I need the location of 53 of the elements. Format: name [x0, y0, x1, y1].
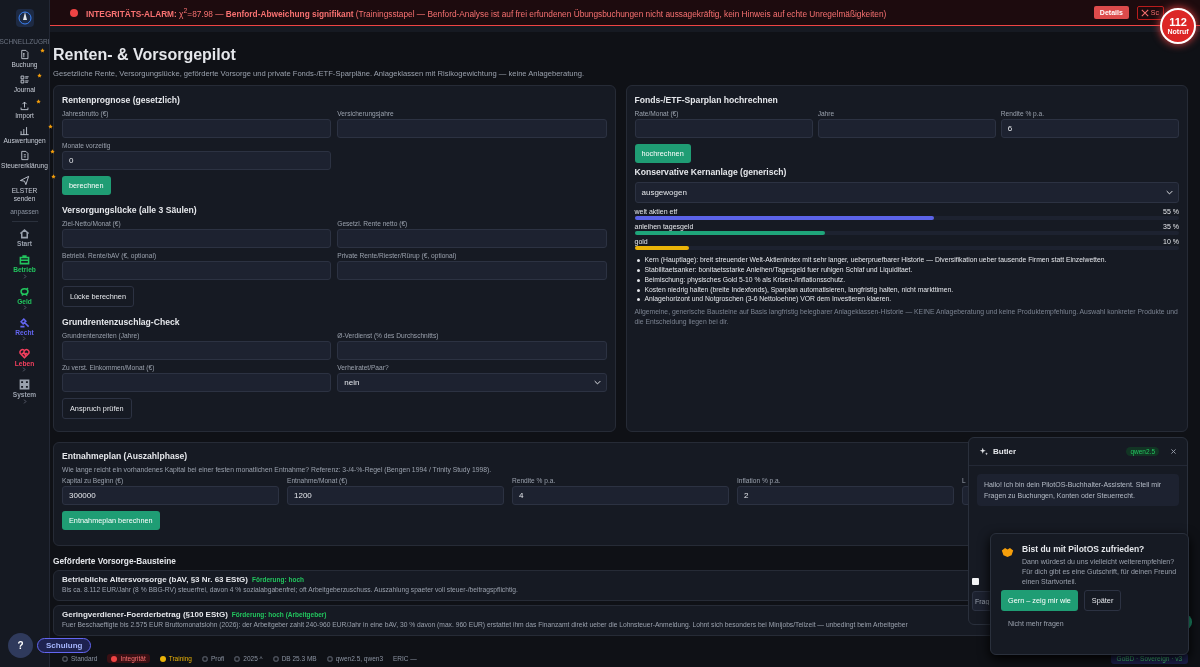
bullet-icon: [636, 259, 640, 262]
doc-icon: [19, 150, 30, 161]
compass-logo-icon[interactable]: [14, 8, 35, 28]
bullet-icon: [636, 268, 640, 272]
input-field[interactable]: [337, 261, 607, 280]
close-icon[interactable]: [1170, 448, 1177, 455]
caret-icon: [593, 380, 601, 385]
input-field[interactable]: [337, 119, 607, 138]
input-field[interactable]: 2: [737, 486, 954, 505]
bullet-icon: [636, 278, 640, 282]
page-title: Renten- & Vorsorgepilot: [53, 46, 237, 64]
item-title: Betriebliche Altersvorsorge (bAV, §3 Nr. 63 EStG): [62, 575, 248, 584]
input-field[interactable]: [62, 119, 332, 138]
select-field[interactable]: nein: [337, 373, 607, 392]
input-field[interactable]: 4: [512, 486, 729, 505]
section-heading: Konservative Kernanlage (generisch): [634, 167, 787, 177]
section-heading: Entnahmeplan (Auszahlphase): [62, 451, 188, 461]
bullet-icon: [636, 288, 640, 292]
section-heading: Fonds-/ETF-Sparplan hochrechnen: [634, 95, 778, 105]
item-title: Geringverdiener-Foerderbetrag (§100 EStG): [62, 610, 228, 619]
alert-dot-icon: [70, 8, 78, 17]
input-field[interactable]: [62, 261, 332, 280]
popup-title: Bist du mit PilotOS zufrieden?: [1022, 544, 1146, 554]
input-field[interactable]: [817, 119, 996, 138]
input-field[interactable]: [337, 341, 607, 360]
input-field[interactable]: 300000: [62, 486, 279, 505]
checkbox[interactable]: [972, 578, 979, 585]
select-field[interactable]: ausgewogen: [634, 182, 1179, 203]
section-heading: Versorgungslücke (alle 3 Säulen): [62, 205, 197, 215]
section-heading: Geförderte Vorsorge-Bausteine: [53, 556, 176, 566]
caret-icon: [1166, 190, 1173, 195]
section-heading: Rentenprognose (gesetzlich): [62, 95, 180, 105]
input-field[interactable]: [337, 229, 607, 248]
input-field[interactable]: 1200: [287, 486, 504, 505]
section-heading: Grundrentenzuschlag-Check: [62, 317, 180, 327]
bar-chart-icon: [19, 124, 30, 136]
input-field[interactable]: [62, 229, 332, 248]
send-icon: [19, 175, 30, 187]
emergency-number: 112: [1169, 17, 1187, 28]
upload-icon: [19, 99, 30, 111]
bullet-icon: [636, 298, 640, 302]
close-icon: [1140, 8, 1149, 17]
input-field[interactable]: [634, 119, 813, 138]
input-field[interactable]: 6: [1000, 119, 1179, 138]
sparkle-icon: [979, 447, 988, 456]
input-field[interactable]: [62, 373, 332, 392]
list-icon: [19, 74, 30, 86]
input-field[interactable]: 0: [62, 151, 332, 170]
doc-icon: [19, 49, 30, 60]
alarm-message: INTEGRITÄTS-ALARM: χ$^{2}$=87.98 — Benford-Abweichung signifikant (Trainingsstapel — Benford-Analyse ist auf frei erfundenen Übungsbuchungen nicht aussagekräftig, kein Hinweis auf echte Unregelmäßigkeiten): [86, 6, 888, 19]
input-field[interactable]: [62, 341, 332, 360]
chat-title: Butler: [993, 447, 1018, 456]
training-button[interactable]: Schulung: [37, 638, 92, 653]
